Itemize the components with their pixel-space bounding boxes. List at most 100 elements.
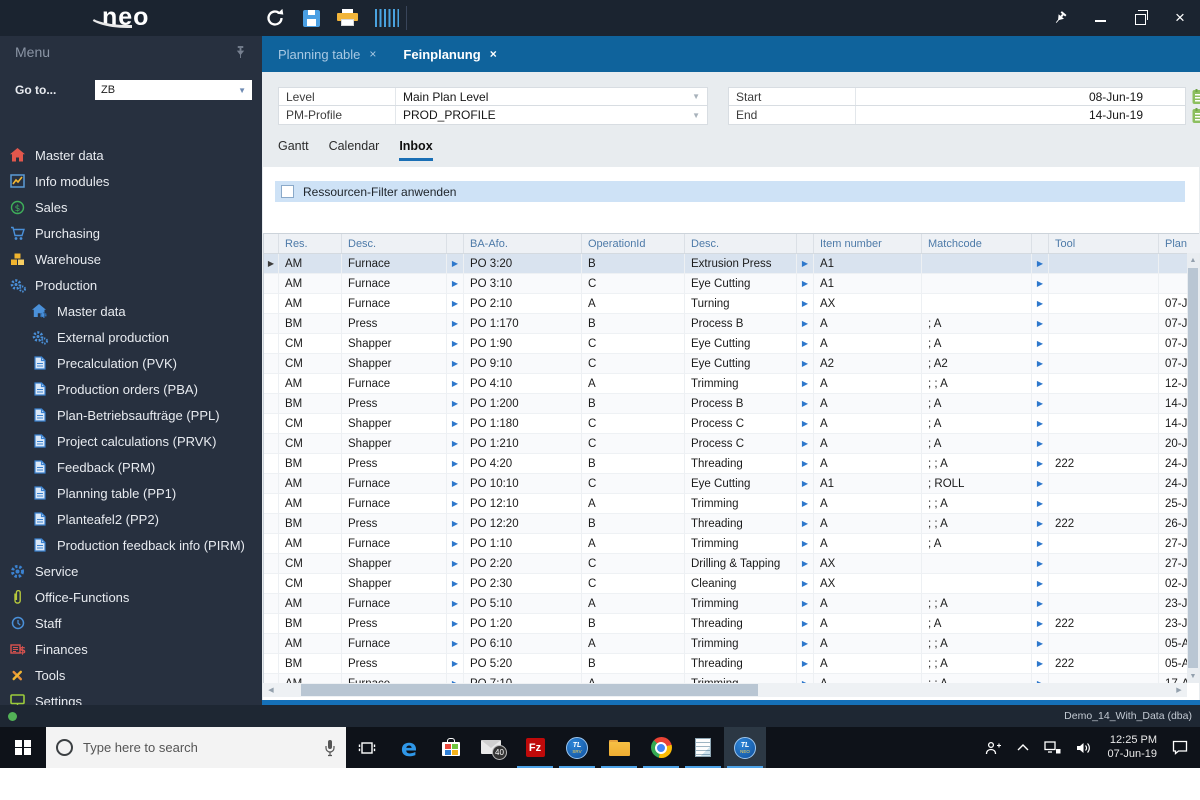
scroll-up-icon[interactable]: ▲	[1187, 253, 1199, 267]
sidebar-item-purchasing[interactable]: Purchasing	[0, 220, 262, 246]
row-selector[interactable]	[264, 274, 279, 294]
clock[interactable]: 12:25 PM 07-Jun-19	[1107, 734, 1157, 761]
restore-icon[interactable]	[1132, 10, 1148, 26]
table-row[interactable]: CM Shapper ▶ PO 1:90 C Eye Cutting ▶ A; A ▶ 07-J	[264, 334, 1188, 354]
print-icon[interactable]	[337, 9, 358, 27]
pm-profile-select[interactable]: PROD_PROFILE ▼	[396, 106, 707, 124]
expand-arrow-icon[interactable]: ▶	[797, 254, 814, 274]
resource-filter-checkbox[interactable]	[281, 185, 294, 198]
table-row[interactable]: AM Furnace ▶ PO 12:10 A Trimming ▶ A; ; A ▶ 25-J	[264, 494, 1188, 514]
table-row[interactable]: CM Shapper ▶ PO 1:210 C Process C ▶ A; A ▶ 20-J	[264, 434, 1188, 454]
expand-arrow-icon[interactable]: ▶	[1032, 394, 1049, 414]
expand-arrow-icon[interactable]: ▶	[447, 574, 464, 594]
expand-arrow-icon[interactable]: ▶	[797, 354, 814, 374]
table-row[interactable]: CM Shapper ▶ PO 2:20 C Drilling & Tapping ▶ AX ▶…	[264, 554, 1188, 574]
expand-column-header[interactable]	[447, 234, 464, 253]
sidebar-item-plan-betriebsauftr-ge-ppl[interactable]: Plan-Betriebsaufträge (PPL)	[0, 402, 262, 428]
expand-arrow-icon[interactable]: ▶	[1032, 334, 1049, 354]
expand-arrow-icon[interactable]: ▶	[447, 394, 464, 414]
expand-arrow-icon[interactable]: ▶	[797, 534, 814, 554]
tab-feinplanung[interactable]: Feinplanung ×	[403, 47, 496, 62]
people-icon[interactable]	[985, 741, 1002, 755]
notification-icon[interactable]	[1172, 740, 1188, 755]
sidebar-item-tools[interactable]: Tools	[0, 662, 262, 688]
row-selector[interactable]	[264, 374, 279, 394]
table-row[interactable]: AM Furnace ▶ PO 10:10 C Eye Cutting ▶ A1; ROLL ▶…	[264, 474, 1188, 494]
expand-arrow-icon[interactable]: ▶	[447, 494, 464, 514]
expand-arrow-icon[interactable]: ▶	[447, 254, 464, 274]
expand-arrow-icon[interactable]: ▶	[447, 294, 464, 314]
row-selector[interactable]	[264, 454, 279, 474]
table-row[interactable]: BM Press ▶ PO 5:20 B Threading ▶ A; ; A ▶ 222 05-A	[264, 654, 1188, 674]
sidebar-item-master-data[interactable]: Master data	[0, 142, 262, 168]
column-header-res[interactable]: Res.	[279, 234, 342, 253]
row-selector[interactable]	[264, 314, 279, 334]
expand-arrow-icon[interactable]: ▶	[1032, 614, 1049, 634]
tab-inbox[interactable]: Inbox	[399, 139, 433, 161]
minimize-icon[interactable]	[1092, 10, 1108, 26]
table-row[interactable]: BM Press ▶ PO 12:20 B Threading ▶ A; ; A ▶ 222 26-…	[264, 514, 1188, 534]
table-row[interactable]: AM Furnace ▶ PO 1:10 A Trimming ▶ A; A ▶ 27-J	[264, 534, 1188, 554]
row-selector[interactable]	[264, 594, 279, 614]
column-header-item-number[interactable]: Item number	[814, 234, 922, 253]
search-box[interactable]: Type here to search	[46, 727, 346, 768]
sidebar-item-feedback-prm[interactable]: Feedback (PRM)	[0, 454, 262, 480]
row-selector[interactable]	[264, 334, 279, 354]
expand-arrow-icon[interactable]: ▶	[1032, 554, 1049, 574]
taskbar-icon-edge[interactable]: e	[388, 727, 430, 768]
expand-arrow-icon[interactable]: ▶	[1032, 314, 1049, 334]
table-row[interactable]: AM Furnace ▶ PO 6:10 A Trimming ▶ A; ; A ▶ 05-A	[264, 634, 1188, 654]
close-icon[interactable]: ×	[369, 47, 376, 61]
expand-arrow-icon[interactable]: ▶	[797, 514, 814, 534]
level-select[interactable]: Main Plan Level ▼	[396, 88, 707, 105]
expand-arrow-icon[interactable]: ▶	[797, 294, 814, 314]
taskbar-icon-notepad[interactable]	[682, 727, 724, 768]
horizontal-scrollbar[interactable]: ◀ ▶	[263, 683, 1187, 697]
sidebar-item-service[interactable]: Service	[0, 558, 262, 584]
expand-arrow-icon[interactable]: ▶	[447, 554, 464, 574]
pin-icon[interactable]	[235, 46, 246, 64]
sidebar-item-finances[interactable]: $ Finances	[0, 636, 262, 662]
row-selector[interactable]	[264, 354, 279, 374]
expand-arrow-icon[interactable]: ▶	[1032, 494, 1049, 514]
taskbar-icon-store[interactable]	[430, 727, 472, 768]
table-row[interactable]: AM Furnace ▶ PO 5:10 A Trimming ▶ A; ; A ▶ 23-J	[264, 594, 1188, 614]
sidebar-item-sales[interactable]: $ Sales	[0, 194, 262, 220]
save-icon[interactable]	[303, 9, 320, 27]
expand-arrow-icon[interactable]: ▶	[447, 374, 464, 394]
expand-arrow-icon[interactable]: ▶	[447, 534, 464, 554]
expand-arrow-icon[interactable]: ▶	[447, 454, 464, 474]
scroll-down-icon[interactable]: ▼	[1187, 669, 1199, 683]
tab-gantt[interactable]: Gantt	[278, 139, 309, 161]
expand-arrow-icon[interactable]: ▶	[797, 554, 814, 574]
scroll-left-icon[interactable]: ◀	[263, 683, 279, 697]
expand-arrow-icon[interactable]: ▶	[797, 334, 814, 354]
expand-arrow-icon[interactable]: ▶	[447, 414, 464, 434]
column-header-desc[interactable]: Desc.	[685, 234, 797, 253]
sidebar-item-planteafel2-pp2[interactable]: Planteafel2 (PP2)	[0, 506, 262, 532]
column-header-ba-afo[interactable]: BA-Afo.	[464, 234, 582, 253]
expand-arrow-icon[interactable]: ▶	[797, 594, 814, 614]
calendar-icon[interactable]	[1192, 108, 1200, 124]
expand-arrow-icon[interactable]: ▶	[797, 274, 814, 294]
network-icon[interactable]	[1044, 740, 1061, 755]
speaker-icon[interactable]	[1076, 741, 1092, 755]
refresh-icon[interactable]	[264, 8, 286, 28]
taskbar-icon-filezilla[interactable]: Fz	[514, 727, 556, 768]
expand-arrow-icon[interactable]: ▶	[797, 674, 814, 683]
table-row[interactable]: BM Press ▶ PO 1:20 B Threading ▶ A; A ▶ 222 23-J	[264, 614, 1188, 634]
row-selector[interactable]	[264, 494, 279, 514]
taskbar-icon-file-explorer[interactable]	[598, 727, 640, 768]
row-selector[interactable]	[264, 614, 279, 634]
expand-arrow-icon[interactable]: ▶	[447, 474, 464, 494]
vertical-scrollbar[interactable]: ▲ ▼	[1187, 253, 1199, 683]
sidebar-item-production-feedback-info-pirm[interactable]: Production feedback info (PIRM)	[0, 532, 262, 558]
expand-arrow-icon[interactable]: ▶	[447, 674, 464, 683]
sidebar-item-precalculation-pvk[interactable]: Precalculation (PVK)	[0, 350, 262, 376]
microphone-icon[interactable]	[324, 739, 336, 757]
table-row[interactable]: CM Shapper ▶ PO 1:180 C Process C ▶ A; A ▶ 14-J	[264, 414, 1188, 434]
expand-arrow-icon[interactable]: ▶	[1032, 274, 1049, 294]
sidebar-item-staff[interactable]: Staff	[0, 610, 262, 636]
table-row[interactable]: AMFurnace▶PO 7:10ATrimming▶A; ; A▶17-A	[264, 674, 1188, 683]
row-selector[interactable]	[264, 514, 279, 534]
